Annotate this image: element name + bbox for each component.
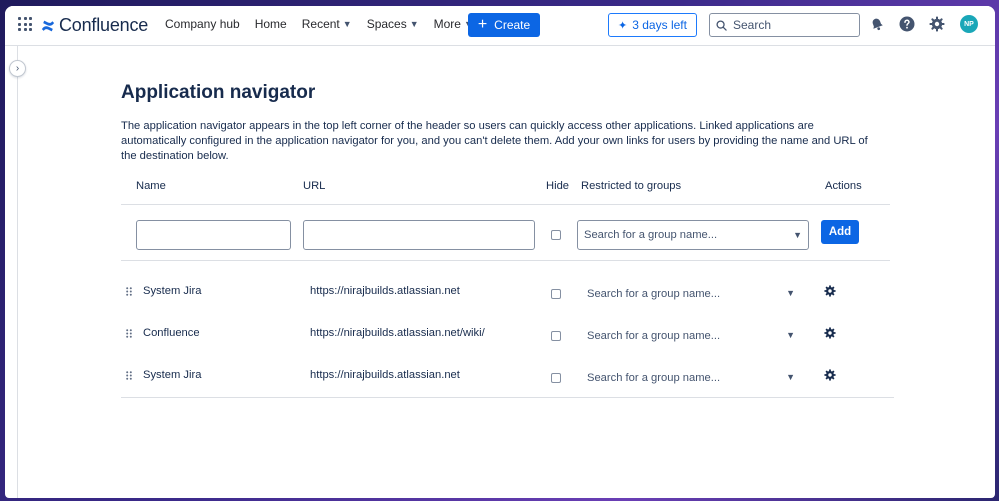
create-label: Create (494, 18, 531, 32)
nav-spaces[interactable]: Spaces ▼ (367, 17, 419, 31)
brand-name: Confluence (59, 15, 149, 35)
chevron-down-icon: ▼ (786, 288, 795, 298)
new-link-hide-checkbox[interactable] (551, 230, 561, 240)
table-bottom-divider (121, 397, 894, 398)
search-input[interactable] (733, 18, 843, 32)
page-description: The application navigator appears in the… (121, 120, 868, 162)
search-box[interactable] (709, 13, 860, 37)
group-select[interactable]: Search for a group name... ▼ (587, 279, 801, 309)
drag-handle-icon[interactable] (126, 329, 132, 338)
user-avatar[interactable]: NP (960, 15, 978, 33)
nav-label: More (433, 17, 461, 31)
nav-label: Home (254, 17, 287, 31)
link-settings-gear-icon[interactable] (824, 327, 836, 339)
group-select[interactable]: Search for a group name... ▼ (587, 321, 801, 351)
link-name: System Jira (143, 369, 202, 381)
nav-label: Company hub (165, 17, 240, 31)
group-select-placeholder: Search for a group name... (587, 372, 721, 384)
nav-label: Recent (301, 17, 340, 31)
column-header-actions: Actions (825, 180, 862, 192)
chevron-down-icon: ▼ (342, 19, 352, 29)
drag-handle-icon[interactable] (126, 287, 132, 296)
nav-label: Spaces (366, 17, 407, 31)
link-name: Confluence (143, 327, 200, 339)
chevron-down-icon: ▼ (786, 372, 795, 382)
sidebar-divider (17, 46, 18, 498)
link-url: https://nirajbuilds.atlassian.net (310, 285, 460, 297)
hide-checkbox[interactable] (551, 373, 561, 383)
app-switcher-icon[interactable] (18, 17, 32, 31)
top-navigation: Confluence Company hub Home Recent ▼ Spa… (5, 6, 995, 46)
chevron-right-icon: › (15, 63, 20, 74)
group-select-placeholder: Search for a group name... (587, 330, 721, 342)
new-row-divider (121, 260, 890, 261)
trial-days-left-button[interactable]: ✦ 3 days left (608, 13, 697, 37)
primary-nav: Company hub Home Recent ▼ Spaces ▼ More … (165, 17, 488, 31)
chevron-down-icon: ▼ (786, 330, 795, 340)
new-link-name-input[interactable] (136, 220, 291, 250)
plus-icon: + (477, 16, 488, 33)
drag-handle-icon[interactable] (126, 371, 132, 380)
expand-sidebar-button[interactable]: › (9, 60, 26, 77)
nav-recent[interactable]: Recent ▼ (302, 17, 352, 31)
chevron-down-icon: ▼ (409, 19, 419, 29)
new-link-group-select[interactable]: Search for a group name... ▼ (577, 220, 809, 250)
link-settings-gear-icon[interactable] (824, 285, 836, 297)
confluence-logo[interactable]: Confluence (41, 15, 148, 36)
add-link-button[interactable]: Add (821, 220, 859, 244)
hide-checkbox[interactable] (551, 289, 561, 299)
nav-company-hub[interactable]: Company hub (165, 17, 240, 31)
app-window: Confluence Company hub Home Recent ▼ Spa… (5, 6, 995, 498)
column-header-restricted-groups: Restricted to groups (581, 180, 682, 192)
group-select[interactable]: Search for a group name... ▼ (587, 363, 801, 393)
settings-gear-icon[interactable] (929, 16, 945, 32)
sparkle-icon: ✦ (618, 19, 628, 32)
notifications-bell-icon[interactable] (869, 16, 885, 32)
group-select-placeholder: Search for a group name... (587, 288, 721, 300)
new-link-url-input[interactable] (303, 220, 535, 250)
column-header-hide: Hide (546, 180, 570, 192)
link-url: https://nirajbuilds.atlassian.net/wiki/ (310, 327, 485, 339)
trial-label: 3 days left (632, 18, 687, 32)
link-name: System Jira (143, 285, 202, 297)
help-icon[interactable] (899, 16, 915, 32)
nav-home[interactable]: Home (255, 17, 287, 31)
hide-checkbox[interactable] (551, 331, 561, 341)
confluence-logo-icon (41, 20, 55, 31)
search-icon (716, 19, 727, 31)
link-url: https://nirajbuilds.atlassian.net (310, 369, 460, 381)
column-header-url: URL (303, 180, 326, 192)
create-button[interactable]: + Create (468, 13, 540, 37)
column-header-name: Name (136, 180, 166, 192)
group-select-placeholder: Search for a group name... (584, 229, 718, 241)
page-title: Application navigator (121, 82, 316, 103)
header-divider (121, 204, 890, 205)
link-settings-gear-icon[interactable] (824, 369, 836, 381)
chevron-down-icon: ▼ (793, 230, 802, 240)
